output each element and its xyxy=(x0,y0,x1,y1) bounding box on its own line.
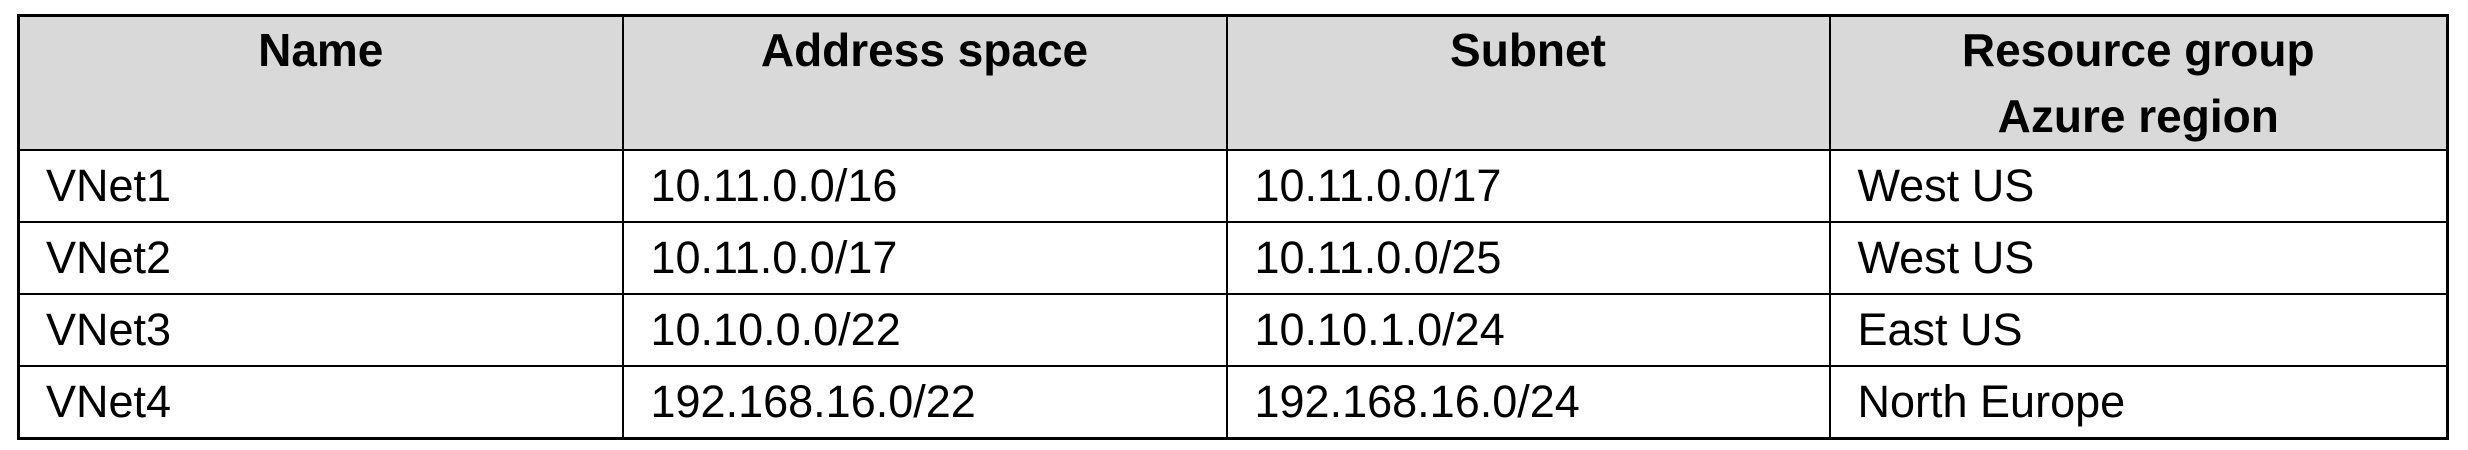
cell-region: North Europe xyxy=(1828,365,2449,440)
cell-name: VNet3 xyxy=(17,293,624,367)
cell-region: West US xyxy=(1828,149,2449,223)
column-header-label: Resource group xyxy=(1961,24,2315,76)
column-header-address-space: Address space xyxy=(621,14,1228,151)
cell-name: VNet1 xyxy=(17,149,624,223)
table-row: VNet4 192.168.16.0/22 192.168.16.0/24 No… xyxy=(17,365,2449,440)
table-header: Name Address space Subnet Resource group… xyxy=(17,14,2449,151)
cell-subnet: 10.11.0.0/25 xyxy=(1225,221,1831,295)
cell-address-space: 10.11.0.0/16 xyxy=(621,149,1228,223)
table-row: VNet3 10.10.0.0/22 10.10.1.0/24 East US xyxy=(17,293,2449,367)
cell-subnet: 192.168.16.0/24 xyxy=(1225,365,1831,440)
cell-region: East US xyxy=(1828,293,2449,367)
vnet-table: Name Address space Subnet Resource group… xyxy=(17,14,2449,440)
column-header-name: Name xyxy=(17,14,624,151)
cell-name: VNet4 xyxy=(17,365,624,440)
column-header-resource-group-region: Resource group Azure region xyxy=(1828,14,2449,151)
column-header-label: Azure region xyxy=(1997,90,2279,142)
cell-region: West US xyxy=(1828,221,2449,295)
table-body: VNet1 10.11.0.0/16 10.11.0.0/17 West US … xyxy=(17,149,2449,440)
column-header-label: Name xyxy=(258,24,384,76)
cell-subnet: 10.11.0.0/17 xyxy=(1225,149,1831,223)
cell-name: VNet2 xyxy=(17,221,624,295)
column-header-label: Address space xyxy=(760,24,1089,76)
cell-address-space: 10.10.0.0/22 xyxy=(621,293,1228,367)
table-row: VNet2 10.11.0.0/17 10.11.0.0/25 West US xyxy=(17,221,2449,295)
column-header-subnet: Subnet xyxy=(1225,14,1831,151)
cell-address-space: 10.11.0.0/17 xyxy=(621,221,1228,295)
cell-address-space: 192.168.16.0/22 xyxy=(621,365,1228,440)
header-row: Name Address space Subnet Resource group… xyxy=(17,14,2449,151)
column-header-label: Subnet xyxy=(1450,24,1606,76)
cell-subnet: 10.10.1.0/24 xyxy=(1225,293,1831,367)
table-row: VNet1 10.11.0.0/16 10.11.0.0/17 West US xyxy=(17,149,2449,223)
